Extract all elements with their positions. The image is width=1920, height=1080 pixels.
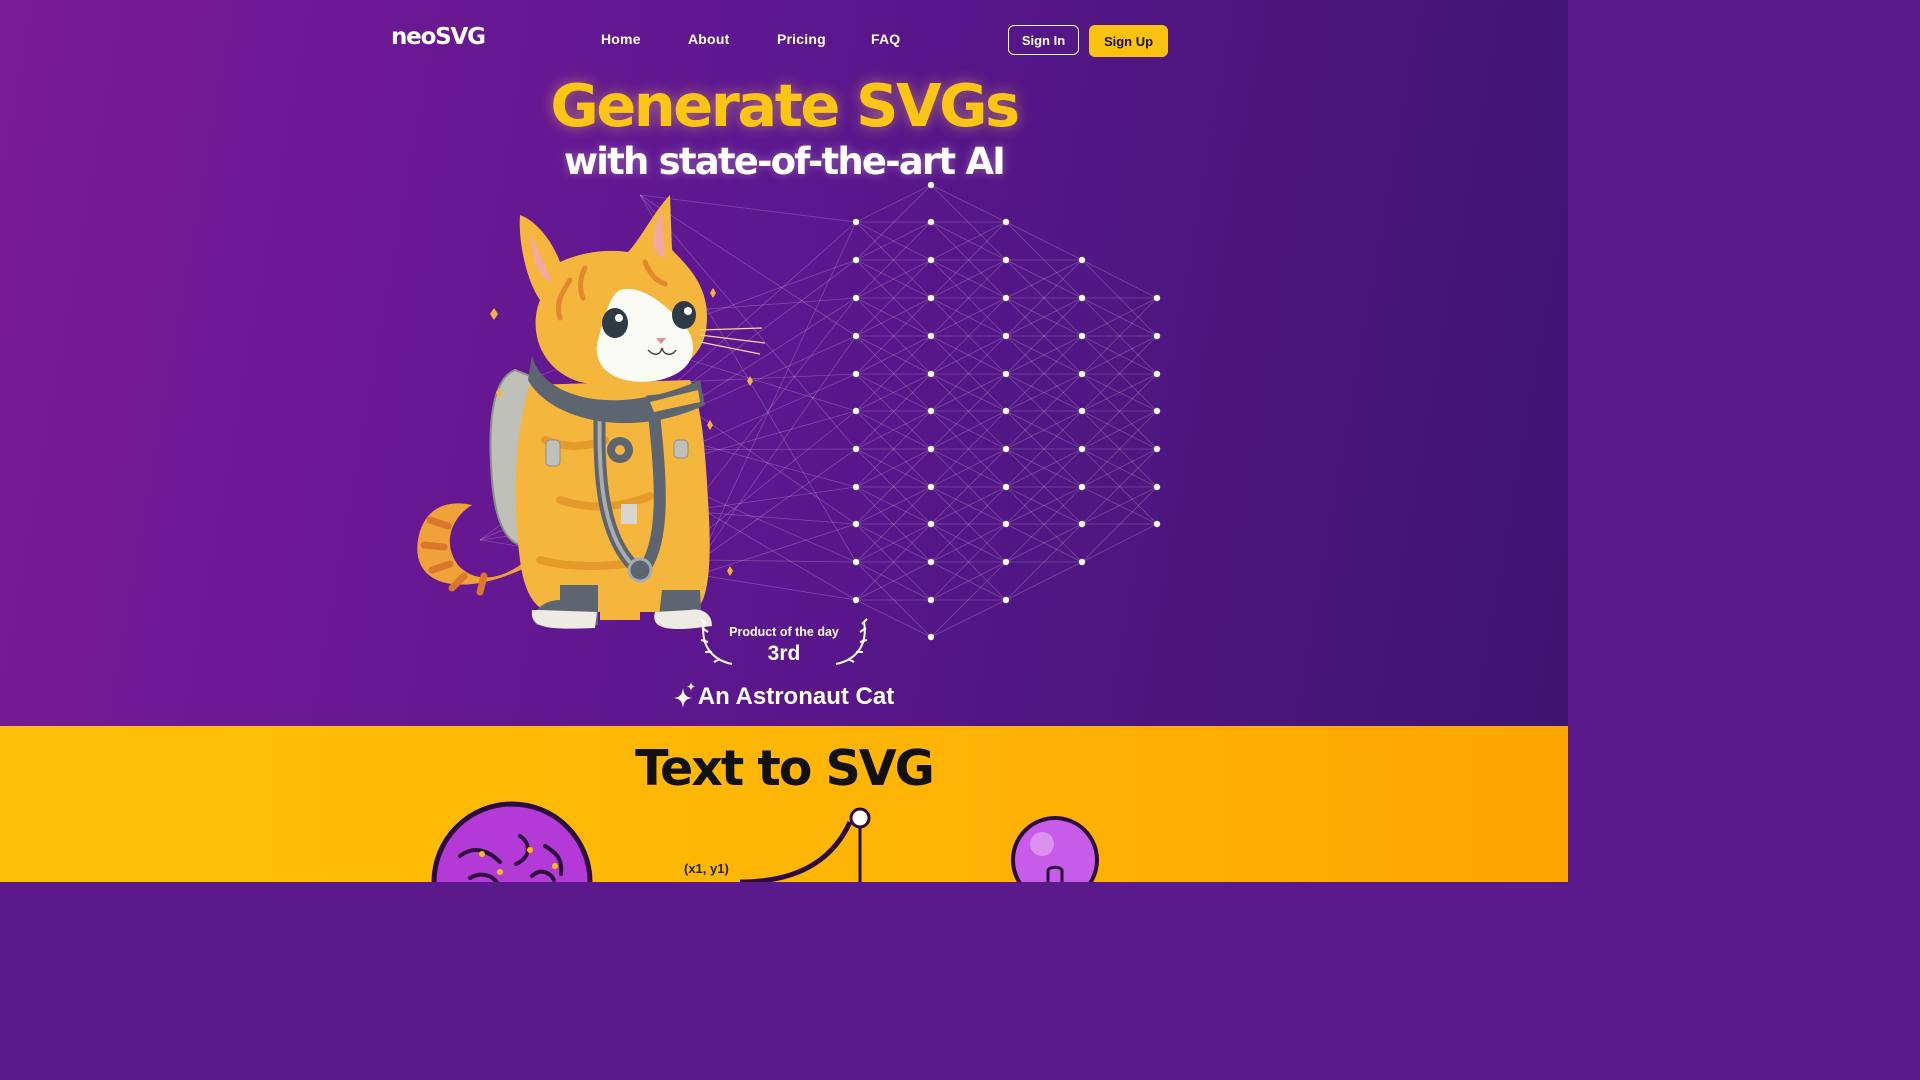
badge-rank: 3rd <box>767 642 801 665</box>
network-node <box>1002 483 1010 491</box>
network-node <box>852 407 860 415</box>
network-node <box>927 633 935 641</box>
network-node <box>1002 520 1010 528</box>
brand-logo[interactable]: neoSVG <box>391 24 486 50</box>
network-node <box>1002 294 1010 302</box>
network-node <box>852 483 860 491</box>
network-node <box>852 520 860 528</box>
network-node <box>1078 520 1086 528</box>
network-node <box>927 445 935 453</box>
sign-in-button[interactable]: Sign In <box>1008 25 1079 55</box>
network-node <box>1153 332 1161 340</box>
sign-up-button[interactable]: Sign Up <box>1089 25 1168 57</box>
nav-link-pricing[interactable]: Pricing <box>777 31 826 47</box>
network-node <box>852 596 860 604</box>
lightbulb-icon <box>1011 816 1099 882</box>
top-navigation: neoSVG Home About Pricing FAQ Sign In Si… <box>0 0 1568 82</box>
network-node <box>927 596 935 604</box>
nav-link-about[interactable]: About <box>688 31 729 47</box>
nav-link-home[interactable]: Home <box>601 31 641 47</box>
bezier-curve-illustration <box>739 807 871 882</box>
features-section: Text to SVG (x1, y1) <box>0 726 1568 882</box>
hero-headline: Generate SVGs <box>550 71 1020 140</box>
network-node <box>1078 483 1086 491</box>
hero-section: neoSVG Home About Pricing FAQ Sign In Si… <box>0 0 1568 726</box>
network-node <box>1078 558 1086 566</box>
network-node <box>1078 256 1086 264</box>
badge-label: Product of the day <box>729 625 839 639</box>
network-node <box>927 483 935 491</box>
hero-subheadline: with state-of-the-art AI <box>563 140 1006 183</box>
prompt-text: An Astronaut Cat <box>697 683 895 710</box>
network-node <box>852 558 860 566</box>
network-node <box>1002 218 1010 226</box>
network-node <box>927 370 935 378</box>
network-node <box>927 218 935 226</box>
network-node <box>852 370 860 378</box>
network-node <box>1002 256 1010 264</box>
network-node <box>1153 407 1161 415</box>
network-node <box>1002 558 1010 566</box>
network-node <box>1002 596 1010 604</box>
network-node <box>1153 520 1161 528</box>
network-node <box>1078 294 1086 302</box>
network-node <box>1153 370 1161 378</box>
network-node <box>852 218 860 226</box>
features-illustrations <box>431 801 1099 882</box>
network-node <box>1002 332 1010 340</box>
network-node <box>1078 407 1086 415</box>
coordinate-label: (x1, y1) <box>684 861 729 876</box>
network-node <box>1153 294 1161 302</box>
network-node <box>852 256 860 264</box>
network-node <box>927 256 935 264</box>
sparkle-icon <box>673 682 696 715</box>
network-node <box>1153 483 1161 491</box>
network-node <box>852 445 860 453</box>
network-node <box>1078 370 1086 378</box>
network-node <box>1002 407 1010 415</box>
network-node <box>1002 370 1010 378</box>
network-node <box>852 332 860 340</box>
network-node <box>1078 445 1086 453</box>
network-node <box>1153 445 1161 453</box>
astronaut-cat-illustration <box>417 195 766 630</box>
network-node <box>852 294 860 302</box>
network-node <box>1002 445 1010 453</box>
network-node <box>927 332 935 340</box>
nav-link-faq[interactable]: FAQ <box>871 31 900 47</box>
network-node <box>1078 332 1086 340</box>
brain-icon <box>431 801 593 882</box>
network-node <box>927 294 935 302</box>
network-node <box>927 520 935 528</box>
network-node <box>927 407 935 415</box>
network-node <box>927 558 935 566</box>
example-prompt: An Astronaut Cat <box>0 682 1568 715</box>
